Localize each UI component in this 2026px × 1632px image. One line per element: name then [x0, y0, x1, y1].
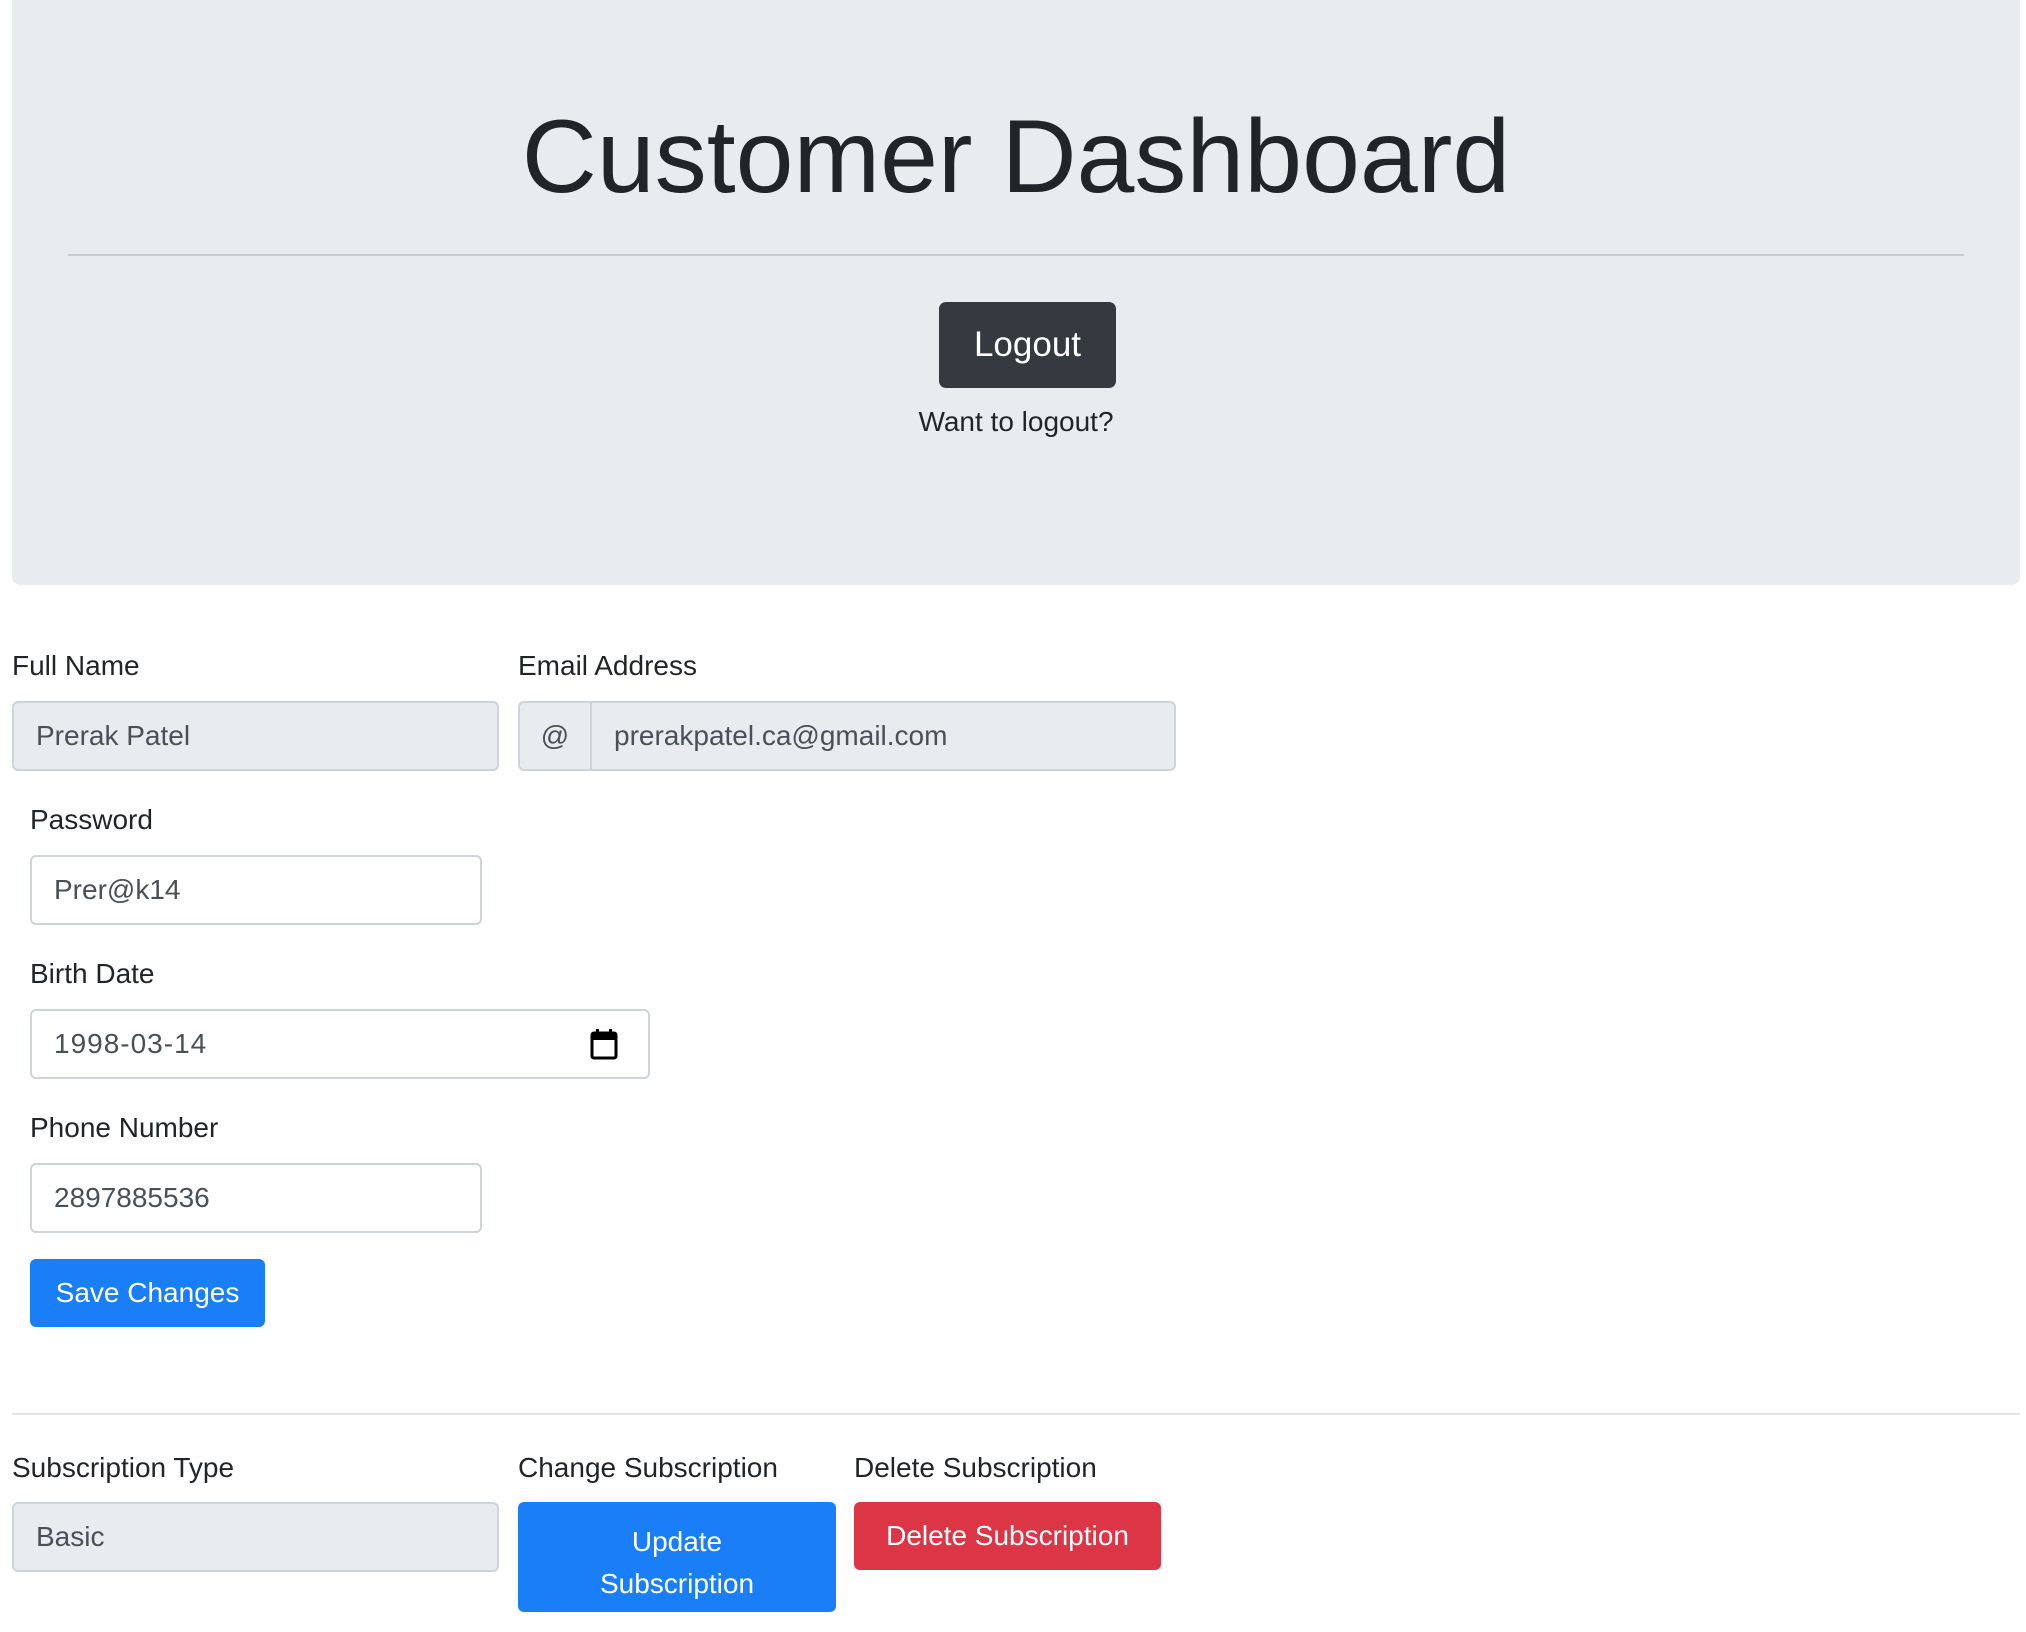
calendar-icon[interactable]: [590, 1028, 618, 1060]
header-jumbotron: Customer Dashboard Logout Want to logout…: [12, 0, 2020, 585]
save-changes-button[interactable]: Save Changes: [30, 1259, 265, 1327]
page-title: Customer Dashboard: [521, 99, 1511, 215]
logout-hint-text: Want to logout?: [918, 406, 1114, 437]
phone-number-label: Phone Number: [30, 1112, 219, 1143]
birth-date-label: Birth Date: [30, 958, 155, 989]
full-name-label: Full Name: [12, 650, 140, 681]
update-subscription-label-line2: Subscription: [599, 1568, 755, 1599]
birth-date-field[interactable]: 1998-03-14: [30, 1009, 650, 1079]
email-value: prerakpatel.ca@gmail.com: [614, 720, 948, 751]
change-subscription-label: Change Subscription: [518, 1452, 778, 1483]
update-subscription-label-line1: Update: [631, 1526, 723, 1557]
delete-subscription-button[interactable]: Delete Subscription: [854, 1502, 1161, 1570]
phone-number-field[interactable]: 2897885536: [30, 1163, 482, 1233]
password-field[interactable]: Prer@k14: [30, 855, 482, 925]
email-label: Email Address: [518, 650, 697, 681]
birth-date-value: 1998-03-14: [54, 1028, 208, 1059]
password-label: Password: [30, 804, 153, 835]
delete-subscription-label: Delete Subscription: [854, 1452, 1097, 1483]
full-name-field[interactable]: Prerak Patel: [12, 701, 499, 771]
section-divider: [12, 1413, 2020, 1415]
header-divider: [68, 254, 1964, 256]
subscription-type-label: Subscription Type: [12, 1452, 235, 1483]
email-field[interactable]: @ prerakpatel.ca@gmail.com: [518, 701, 1176, 771]
subscription-type-field[interactable]: Basic: [12, 1502, 499, 1572]
update-subscription-button[interactable]: Update Subscription: [518, 1502, 836, 1612]
email-at-prefix: @: [520, 703, 592, 769]
logout-button[interactable]: Logout: [939, 302, 1116, 388]
